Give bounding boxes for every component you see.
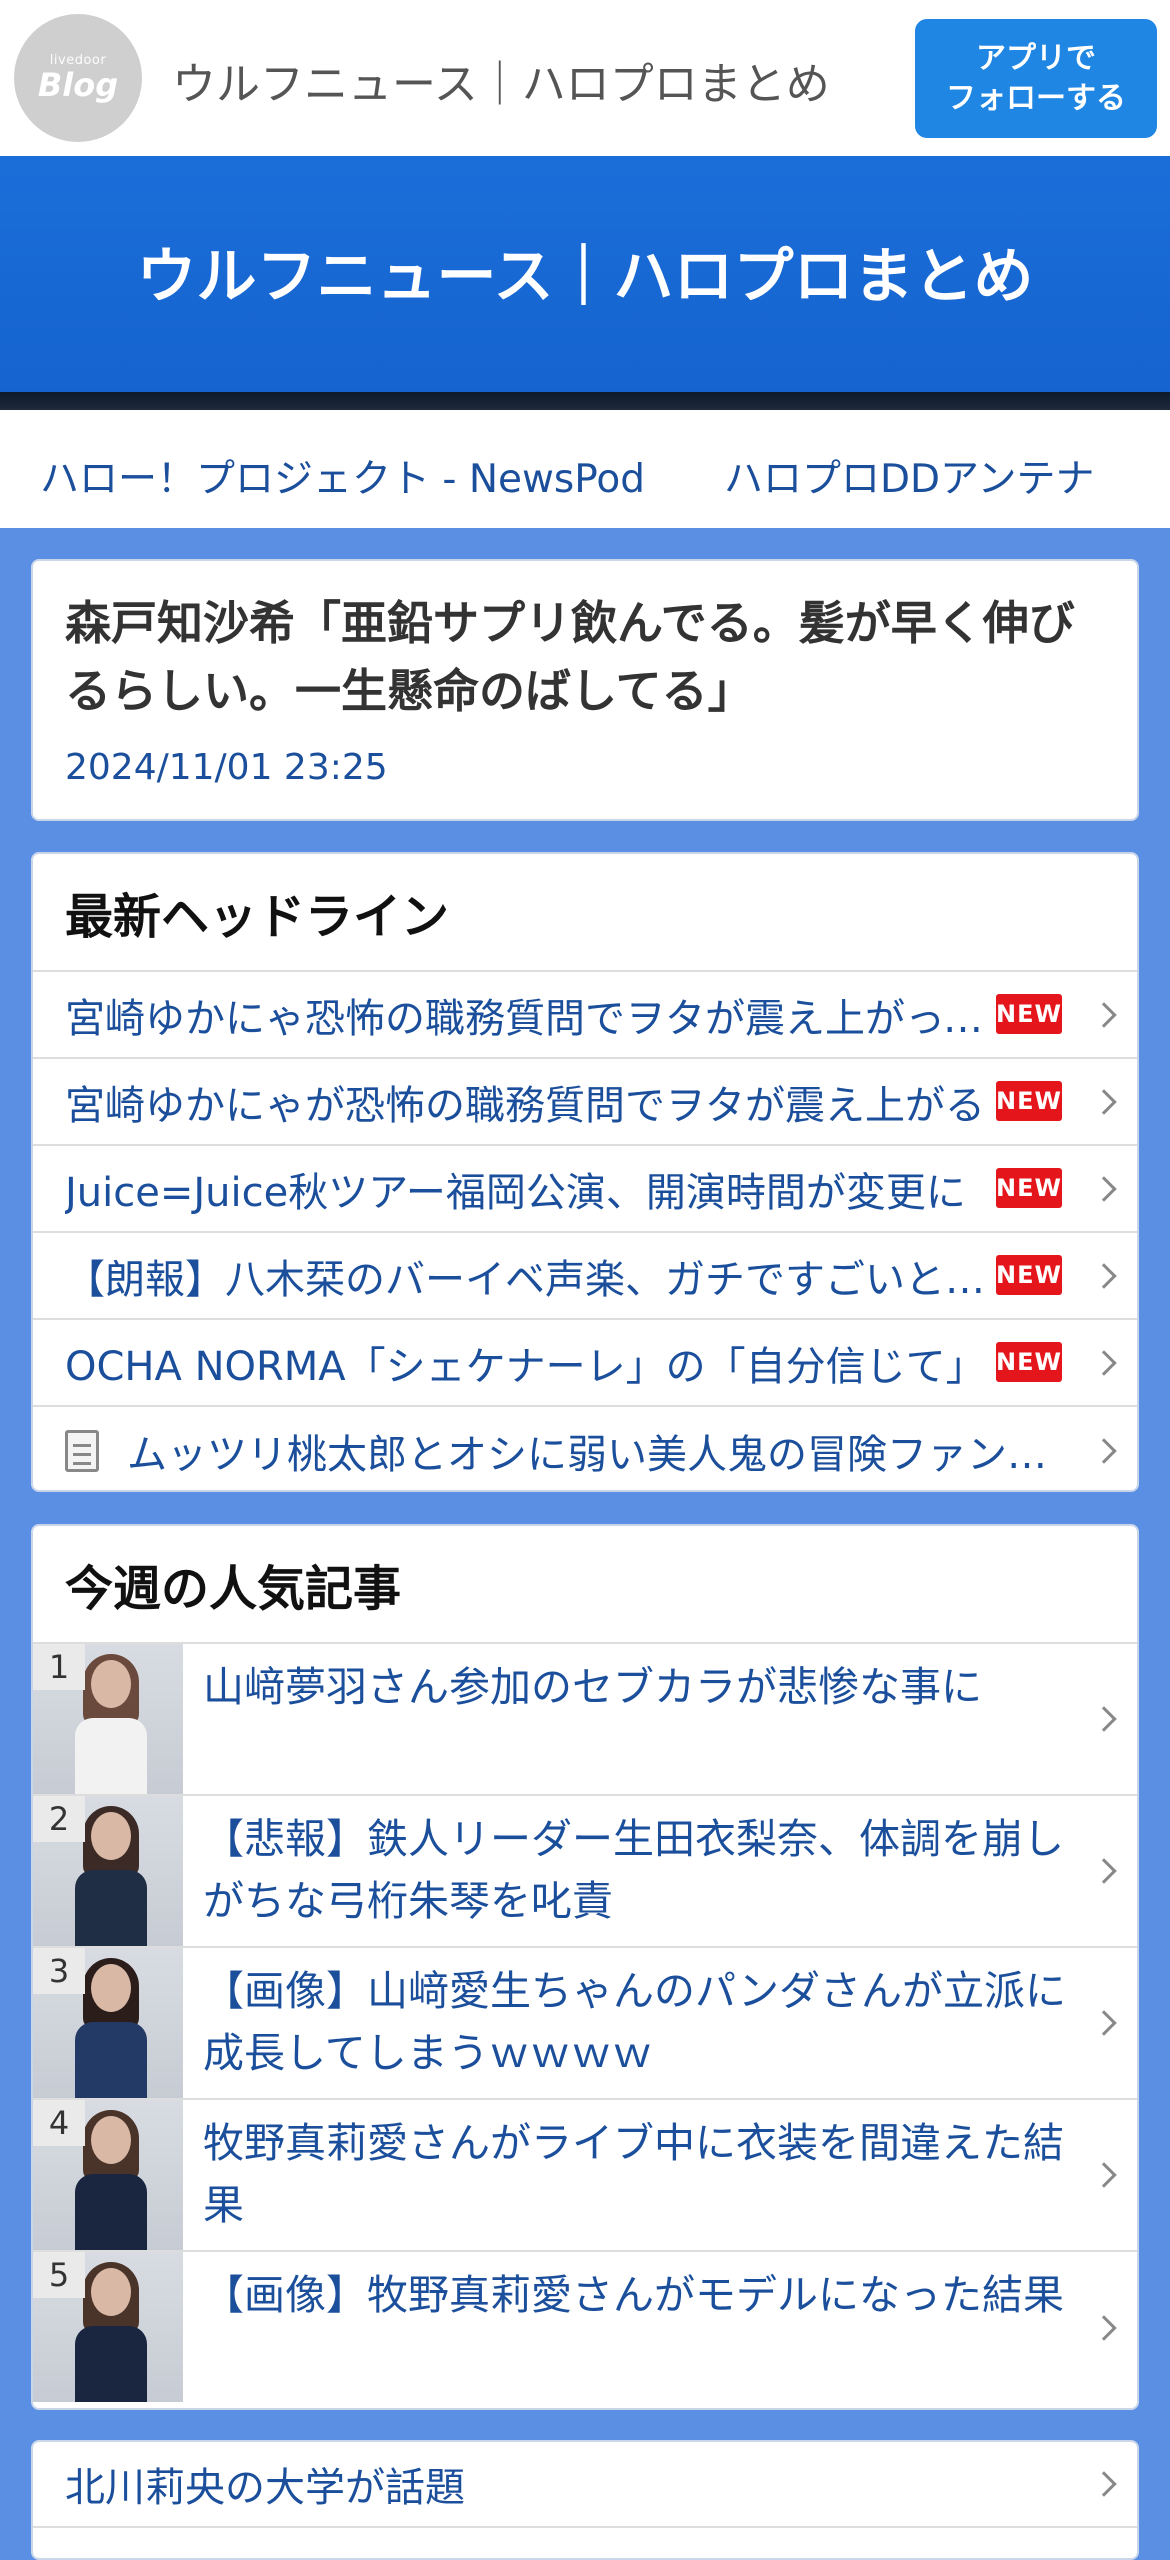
new-badge: NEW xyxy=(996,1342,1062,1382)
article-thumbnail: 4 xyxy=(33,2100,183,2250)
headline-row[interactable]: 【朗報】八木栞のバーイベ声楽、ガチですごいと話題 NEW xyxy=(33,1233,1137,1320)
link-newspod[interactable]: ハロー！プロジェクト - NewsPod xyxy=(40,448,645,504)
popular-row[interactable]: 3 【画像】山﨑愛生ちゃんのパンダさんが立派に成長してしまうｗｗｗｗ xyxy=(33,1948,1137,2100)
rank-number: 1 xyxy=(33,1644,85,1690)
hero-divider xyxy=(0,392,1170,410)
site-title[interactable]: ウルフニュース｜ハロプロまとめ xyxy=(172,48,830,112)
section-heading: 最新ヘッドライン xyxy=(33,854,1137,972)
blog-logo[interactable]: livedoor Blog xyxy=(14,14,142,142)
follow-line-1: アプリで xyxy=(976,40,1096,76)
popular-row[interactable]: 5 【画像】牧野真莉愛さんがモデルになった結果 xyxy=(33,2252,1137,2404)
chevron-right-icon xyxy=(1091,1349,1117,1376)
antenna-links: ハロー！プロジェクト - NewsPod ハロプロDDアンテナ xyxy=(0,410,1170,528)
list-item[interactable]: 北川莉央の大学が話題 xyxy=(33,2442,1137,2528)
link-dd-antenna[interactable]: ハロプロDDアンテナ xyxy=(724,448,1095,504)
headline-row[interactable]: 宮崎ゆかにゃ恐怖の職務質問でヲタが震え上がってしまう NEW xyxy=(33,972,1137,1059)
article-thumbnail: 3 xyxy=(33,1948,183,2098)
headline-row[interactable]: ムッツリ桃太郎とオシに弱い美人鬼の冒険ファンタジー xyxy=(33,1407,1137,1490)
popular-row[interactable]: 2 【悲報】鉄人リーダー生田衣梨奈、体調を崩しがちな弓桁朱琴を叱責 xyxy=(33,1796,1137,1948)
article-title: 森戸知沙希「亜鉛サプリ飲んでる。髪が早く伸びるらしい。一生懸命のばしてる」 xyxy=(65,596,1075,718)
article-card: 森戸知沙希「亜鉛サプリ飲んでる。髪が早く伸びるらしい。一生懸命のばしてる」 20… xyxy=(31,559,1139,821)
headline-text: 宮崎ゆかにゃが恐怖の職務質問でヲタが震え上がる xyxy=(65,1082,985,1129)
follow-in-app-button[interactable]: アプリで フォローする xyxy=(915,19,1157,138)
new-badge: NEW xyxy=(996,994,1062,1034)
rank-number: 2 xyxy=(33,1796,85,1842)
headline-text: 宮崎ゆかにゃ恐怖の職務質問でヲタが震え上がってしまう xyxy=(65,995,1020,1042)
rank-number: 3 xyxy=(33,1948,85,1994)
popular-title: 【悲報】鉄人リーダー生田衣梨奈、体調を崩しがちな弓桁朱琴を叱責 xyxy=(203,1815,1064,1925)
headline-row[interactable]: Juice=Juice秋ツアー福岡公演、開演時間が変更に NEW xyxy=(33,1146,1137,1233)
logo-big-text: Blog xyxy=(37,65,119,104)
popular-articles-card: 今週の人気記事 1 山﨑夢羽さん参加のセブカラが悲惨な事に 2 【悲報】鉄人リー… xyxy=(31,1524,1139,2410)
chevron-right-icon xyxy=(1091,2471,1117,2497)
popular-row[interactable]: 1 山﨑夢羽さん参加のセブカラが悲惨な事に xyxy=(33,1644,1137,1796)
headline-text: Juice=Juice秋ツアー福岡公演、開演時間が変更に xyxy=(65,1169,966,1216)
chevron-right-icon xyxy=(1091,1001,1117,1028)
logo-small-text: livedoor xyxy=(49,52,107,68)
chevron-right-icon xyxy=(1091,1262,1117,1289)
rank-number: 4 xyxy=(33,2100,85,2146)
headline-text: ムッツリ桃太郎とオシに弱い美人鬼の冒険ファンタジー xyxy=(127,1431,1047,1478)
list-item-text: 北川莉央の大学が話題 xyxy=(65,2465,465,2511)
popular-title: 牧野真莉愛さんがライブ中に衣装を間違えた結果 xyxy=(203,2119,1064,2229)
headline-text: OCHA NORMA「シェケナーレ」の「自分信じて」 xyxy=(65,1343,986,1390)
popular-row[interactable]: 4 牧野真莉愛さんがライブ中に衣装を間違えた結果 xyxy=(33,2100,1137,2252)
chevron-right-icon xyxy=(1091,1088,1117,1115)
headline-text: 【朗報】八木栞のバーイベ声楽、ガチですごいと話題 xyxy=(65,1256,1020,1303)
headline-row[interactable]: OCHA NORMA「シェケナーレ」の「自分信じて」 NEW xyxy=(33,1320,1137,1407)
popular-title: 【画像】山﨑愛生ちゃんのパンダさんが立派に成長してしまうｗｗｗｗ xyxy=(203,1967,1067,2077)
hero-banner[interactable]: ウルフニュース｜ハロプロまとめ xyxy=(0,156,1170,396)
top-bar: livedoor Blog ウルフニュース｜ハロプロまとめ アプリで フォローす… xyxy=(0,0,1170,156)
document-icon xyxy=(65,1429,99,1472)
article-thumbnail: 2 xyxy=(33,1796,183,1946)
new-badge: NEW xyxy=(996,1168,1062,1208)
more-articles-card: 北川莉央の大学が話題 xyxy=(31,2440,1139,2560)
popular-title: 山﨑夢羽さん参加のセブカラが悲惨な事に xyxy=(203,1663,982,1711)
new-badge: NEW xyxy=(996,1081,1062,1121)
popular-title: 【画像】牧野真莉愛さんがモデルになった結果 xyxy=(203,2271,1064,2319)
article-thumbnail: 5 xyxy=(33,2252,183,2402)
headline-row[interactable]: 宮崎ゆかにゃが恐怖の職務質問でヲタが震え上がる NEW xyxy=(33,1059,1137,1146)
section-heading: 今週の人気記事 xyxy=(33,1526,1137,1644)
new-badge: NEW xyxy=(996,1255,1062,1295)
chevron-right-icon xyxy=(1091,1706,1117,1732)
rank-number: 5 xyxy=(33,2252,85,2298)
latest-headlines-card: 最新ヘッドライン 宮崎ゆかにゃ恐怖の職務質問でヲタが震え上がってしまう NEW … xyxy=(31,852,1139,1492)
chevron-right-icon xyxy=(1091,1175,1117,1202)
hero-title: ウルフニュース｜ハロプロまとめ xyxy=(136,241,1034,312)
chevron-right-icon xyxy=(1091,1437,1117,1464)
article-date: 2024/11/01 23:25 xyxy=(65,747,388,788)
article-thumbnail: 1 xyxy=(33,1644,183,1794)
follow-line-2: フォローする xyxy=(946,80,1126,116)
